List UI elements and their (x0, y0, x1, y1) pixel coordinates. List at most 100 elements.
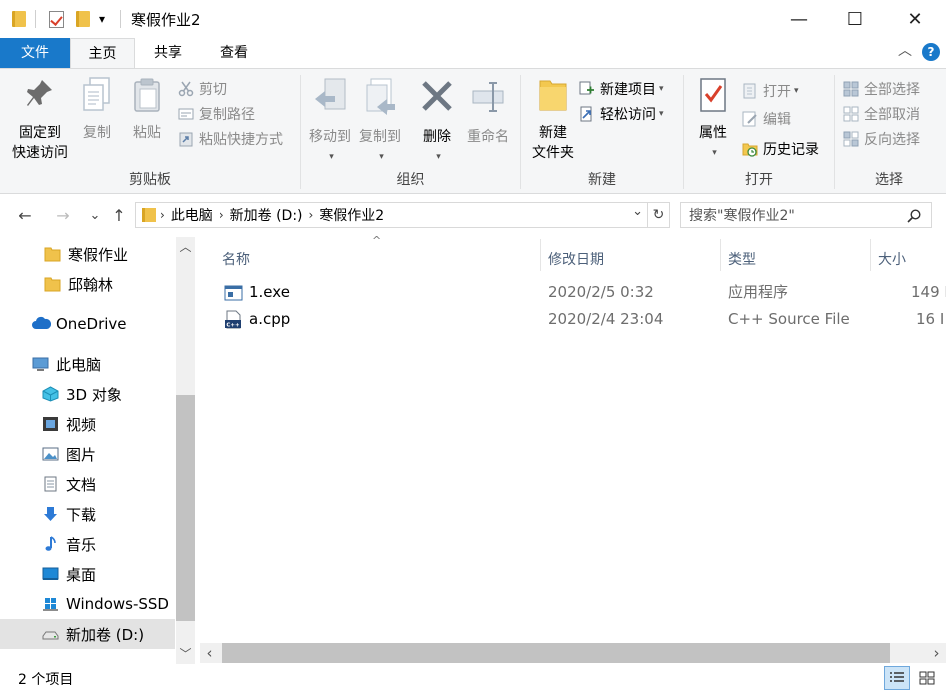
open-button[interactable]: 打开 ▾ (742, 79, 799, 103)
breadcrumb-separator: › (160, 208, 165, 222)
properties-quick-icon[interactable] (49, 8, 64, 30)
sidebar-item-qiuhanlin[interactable]: 邱翰林 (0, 269, 175, 299)
cut-button[interactable]: 剪切 (178, 77, 227, 101)
organize-group: 移动到 ▾ 复制到 ▾ 删除 ▾ 重命名 组织 (301, 69, 520, 193)
sidebar-item-videos[interactable]: 视频 (0, 409, 175, 439)
paste-shortcut-button[interactable]: 粘贴快捷方式 (178, 127, 283, 151)
pin-to-quick-access-button[interactable]: 固定到 快速访问 (6, 77, 74, 163)
move-to-button[interactable]: 移动到 ▾ (305, 77, 355, 167)
select-none-label: 全部取消 (864, 107, 920, 123)
sidebar-item-this-pc[interactable]: 此电脑 (0, 349, 175, 379)
window-title: 寒假作业2 (131, 11, 201, 29)
column-header-name[interactable]: 名称 (222, 245, 250, 275)
tab-view[interactable]: 查看 (204, 38, 264, 68)
help-icon[interactable]: ? (922, 43, 940, 61)
new-folder-button[interactable]: 新建 文件夹 (525, 77, 581, 163)
delete-caret: ▾ (436, 152, 441, 162)
sidebar-item-pictures[interactable]: 图片 (0, 439, 175, 469)
forward-button[interactable]: → (52, 204, 74, 226)
select-group: 全部选择 全部取消 反向选择 选择 (835, 69, 943, 193)
file-row[interactable]: C++ a.cpp 2020/2/4 23:04 C++ Source File… (200, 306, 946, 333)
column-divider[interactable] (540, 239, 541, 271)
quick-access-dropdown[interactable]: ▾ (99, 8, 105, 30)
sidebar-item-3d-objects[interactable]: 3D 对象 (0, 379, 175, 409)
sidebar-item-music[interactable]: 音乐 (0, 529, 175, 559)
title-separator (120, 8, 121, 30)
paste-shortcut-icon (179, 132, 193, 147)
copy-to-icon (366, 78, 395, 115)
sidebar-item-windows-ssd[interactable]: Windows-SSD ( (0, 589, 175, 619)
copy-to-button[interactable]: 复制到 ▾ (355, 77, 405, 167)
address-bar[interactable]: › 此电脑 › 新加卷 (D:) › 寒假作业2 ⌄ ↻ (135, 202, 670, 228)
breadcrumb-current-folder[interactable]: 寒假作业2 (319, 205, 384, 225)
sidebar-item-desktop[interactable]: 桌面 (0, 559, 175, 589)
paste-button[interactable]: 粘贴 (126, 77, 168, 143)
refresh-button[interactable]: ↻ (647, 203, 669, 227)
column-divider[interactable] (720, 239, 721, 271)
breadcrumb-this-pc[interactable]: 此电脑 (171, 205, 213, 225)
edit-icon (742, 111, 757, 127)
close-button[interactable]: ✕ (892, 0, 938, 38)
scroll-down-button[interactable]: ﹀ (176, 644, 195, 664)
new-item-button[interactable]: 新建项目 ▾ (579, 77, 664, 101)
navigation-pane-scrollbar[interactable]: ︿ ﹀ (176, 237, 195, 664)
open-group-label: 打开 (745, 172, 773, 188)
sidebar-item-downloads[interactable]: 下载 (0, 499, 175, 529)
copy-path-icon (178, 108, 194, 120)
file-row[interactable]: 1.exe 2020/2/5 0:32 应用程序 149 I (200, 279, 946, 306)
large-icons-view-button[interactable] (914, 666, 940, 690)
tab-home[interactable]: 主页 (70, 38, 135, 69)
scroll-left-button[interactable]: ‹ (200, 643, 219, 663)
easy-access-caret: ▾ (659, 109, 664, 119)
scroll-right-button[interactable]: › (927, 643, 946, 663)
file-size: 149 I (911, 283, 946, 301)
collapse-ribbon-button[interactable]: ︿ (898, 40, 912, 60)
recent-locations-button[interactable]: ⌄ (84, 204, 106, 226)
sidebar-item-label: Windows-SSD ( (66, 595, 175, 613)
new-group: 新建 文件夹 新建项目 ▾ 轻松访问 ▾ 新建 (521, 69, 683, 193)
up-button[interactable]: ↑ (108, 204, 130, 226)
search-input[interactable]: 搜索"寒假作业2" (689, 205, 795, 225)
column-header-size[interactable]: 大小 (878, 245, 906, 275)
properties-button[interactable]: 属性 ▾ (690, 77, 736, 163)
column-header-type[interactable]: 类型 (728, 245, 756, 275)
column-header-date[interactable]: 修改日期 (548, 245, 604, 275)
open-icon (743, 83, 756, 99)
sidebar-item-hanjia[interactable]: 寒假作业 (0, 239, 175, 269)
tab-file[interactable]: 文件 (0, 38, 70, 68)
new-folder-quick-icon[interactable] (76, 8, 90, 30)
new-folder-icon (539, 80, 567, 111)
delete-button[interactable]: 删除 ▾ (415, 77, 459, 167)
back-button[interactable]: ← (14, 204, 36, 226)
paste-label: 粘贴 (133, 125, 161, 141)
invert-selection-button[interactable]: 反向选择 (843, 127, 920, 151)
invert-selection-label: 反向选择 (864, 132, 920, 148)
history-button[interactable]: 历史记录 (742, 137, 819, 161)
svg-text:C++: C++ (226, 322, 240, 328)
breadcrumb-drive-d[interactable]: 新加卷 (D:) (230, 205, 303, 225)
pin-label-line2: 快速访问 (12, 145, 68, 161)
maximize-button[interactable]: ☐ (832, 0, 878, 38)
move-to-caret: ▾ (329, 152, 334, 162)
easy-access-button[interactable]: 轻松访问 ▾ (579, 102, 664, 126)
scrollbar-thumb[interactable] (222, 643, 890, 663)
scroll-up-button[interactable]: ︿ (176, 237, 195, 257)
new-item-icon (579, 81, 594, 95)
tab-share[interactable]: 共享 (138, 38, 198, 68)
copy-path-button[interactable]: 复制路径 (178, 102, 255, 126)
details-view-button[interactable] (884, 666, 910, 690)
address-dropdown-button[interactable]: ⌄ (632, 204, 643, 219)
copy-button[interactable]: 复制 (76, 77, 118, 143)
sidebar-item-new-volume-d[interactable]: 新加卷 (D:) (0, 619, 175, 649)
column-divider[interactable] (870, 239, 871, 271)
sidebar-item-documents[interactable]: 文档 (0, 469, 175, 499)
rename-button[interactable]: 重命名 (463, 77, 513, 147)
search-box[interactable]: 搜索"寒假作业2" (680, 202, 932, 228)
select-none-button[interactable]: 全部取消 (843, 102, 920, 126)
file-list-horizontal-scrollbar[interactable]: ‹ › (200, 643, 946, 663)
edit-button[interactable]: 编辑 (742, 107, 791, 131)
scrollbar-thumb[interactable] (176, 395, 195, 621)
sidebar-item-onedrive[interactable]: OneDrive (0, 309, 175, 339)
select-all-button[interactable]: 全部选择 (843, 77, 920, 101)
minimize-button[interactable]: — (776, 0, 822, 38)
